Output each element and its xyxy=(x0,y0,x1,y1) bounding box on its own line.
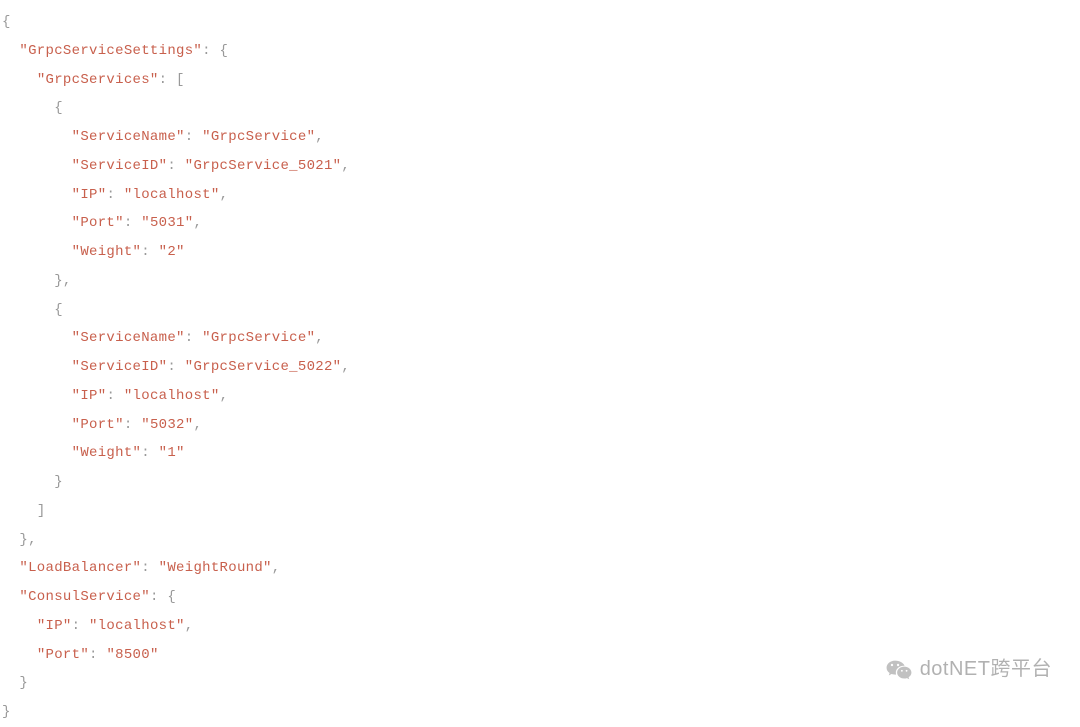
code-line: "Port": "5032", xyxy=(2,411,1078,440)
json-punct-token: : xyxy=(141,445,158,461)
code-line: "GrpcServices": [ xyxy=(2,66,1078,95)
json-punct-token: : xyxy=(106,187,123,203)
json-string-token: "IP" xyxy=(72,187,107,203)
watermark-text: dotNET跨平台 xyxy=(920,655,1052,684)
json-string-token: "ServiceID" xyxy=(72,158,168,174)
code-line: ] xyxy=(2,497,1078,526)
json-string-token: "IP" xyxy=(72,388,107,404)
json-punct-token: , xyxy=(220,187,229,203)
json-string-token: "GrpcServiceSettings" xyxy=(19,43,202,59)
code-line: "ServiceID": "GrpcService_5021", xyxy=(2,152,1078,181)
json-string-token: "GrpcServices" xyxy=(37,72,159,88)
json-string-token: "localhost" xyxy=(89,618,185,634)
json-string-token: "localhost" xyxy=(124,388,220,404)
json-string-token: "8500" xyxy=(106,647,158,663)
json-punct-token: , xyxy=(341,158,350,174)
json-string-token: "GrpcService_5021" xyxy=(185,158,342,174)
watermark: dotNET跨平台 xyxy=(886,655,1052,684)
json-punct-token: , xyxy=(272,560,281,576)
json-punct-token: : xyxy=(141,244,158,260)
json-punct-token: : xyxy=(185,330,202,346)
json-string-token: "Port" xyxy=(72,215,124,231)
json-string-token: "Port" xyxy=(72,417,124,433)
json-punct-token: : xyxy=(106,388,123,404)
json-string-token: "GrpcService_5022" xyxy=(185,359,342,375)
json-punct-token: : xyxy=(124,215,141,231)
json-punct-token: , xyxy=(315,330,324,346)
json-punct-token: : xyxy=(185,129,202,145)
wechat-icon xyxy=(886,659,912,681)
code-line: "Port": "5031", xyxy=(2,209,1078,238)
code-line: "Weight": "2" xyxy=(2,238,1078,267)
json-punct-token: : xyxy=(167,359,184,375)
code-line: } xyxy=(2,468,1078,497)
json-string-token: "GrpcService" xyxy=(202,129,315,145)
code-line: "ServiceID": "GrpcService_5022", xyxy=(2,353,1078,382)
json-punct-token: } xyxy=(2,704,11,720)
json-string-token: "WeightRound" xyxy=(159,560,272,576)
code-line: "ServiceName": "GrpcService", xyxy=(2,324,1078,353)
json-string-token: "5031" xyxy=(141,215,193,231)
json-punct-token: , xyxy=(193,215,202,231)
json-string-token: "ServiceName" xyxy=(72,129,185,145)
code-line: { xyxy=(2,296,1078,325)
code-line: "IP": "localhost", xyxy=(2,382,1078,411)
json-punct-token: : { xyxy=(150,589,176,605)
code-line: }, xyxy=(2,526,1078,555)
code-line: "LoadBalancer": "WeightRound", xyxy=(2,554,1078,583)
code-line: "ServiceName": "GrpcService", xyxy=(2,123,1078,152)
json-string-token: "Port" xyxy=(37,647,89,663)
json-punct-token: : xyxy=(124,417,141,433)
json-string-token: "5032" xyxy=(141,417,193,433)
json-punct-token: : xyxy=(72,618,89,634)
code-line: }, xyxy=(2,267,1078,296)
json-punct-token: : xyxy=(167,158,184,174)
json-string-token: "ServiceName" xyxy=(72,330,185,346)
json-string-token: "Weight" xyxy=(72,244,142,260)
json-string-token: "ServiceID" xyxy=(72,359,168,375)
code-line: "IP": "localhost", xyxy=(2,612,1078,641)
json-punct-token: , xyxy=(185,618,194,634)
json-punct-token: } xyxy=(54,474,63,490)
code-line: { xyxy=(2,8,1078,37)
json-punct-token: }, xyxy=(19,532,36,548)
code-line: "ConsulService": { xyxy=(2,583,1078,612)
json-punct-token: : xyxy=(141,560,158,576)
code-line: } xyxy=(2,698,1078,727)
json-string-token: "GrpcService" xyxy=(202,330,315,346)
json-string-token: "2" xyxy=(159,244,185,260)
code-line: "IP": "localhost", xyxy=(2,181,1078,210)
json-string-token: "ConsulService" xyxy=(19,589,150,605)
json-code-block: { "GrpcServiceSettings": { "GrpcServices… xyxy=(2,8,1078,727)
code-line: "GrpcServiceSettings": { xyxy=(2,37,1078,66)
json-punct-token: : [ xyxy=(159,72,185,88)
json-punct-token: } xyxy=(19,675,28,691)
json-punct-token: }, xyxy=(54,273,71,289)
json-punct-token: ] xyxy=(37,503,46,519)
json-punct-token: { xyxy=(2,14,11,30)
code-line: { xyxy=(2,94,1078,123)
code-line: "Weight": "1" xyxy=(2,439,1078,468)
json-string-token: "LoadBalancer" xyxy=(19,560,141,576)
json-punct-token: { xyxy=(54,100,63,116)
json-string-token: "Weight" xyxy=(72,445,142,461)
json-punct-token: : { xyxy=(202,43,228,59)
json-punct-token: , xyxy=(193,417,202,433)
json-string-token: "localhost" xyxy=(124,187,220,203)
json-punct-token: , xyxy=(341,359,350,375)
json-punct-token: , xyxy=(315,129,324,145)
json-punct-token: , xyxy=(220,388,229,404)
json-string-token: "IP" xyxy=(37,618,72,634)
json-punct-token: : xyxy=(89,647,106,663)
json-punct-token: { xyxy=(54,302,63,318)
json-string-token: "1" xyxy=(159,445,185,461)
